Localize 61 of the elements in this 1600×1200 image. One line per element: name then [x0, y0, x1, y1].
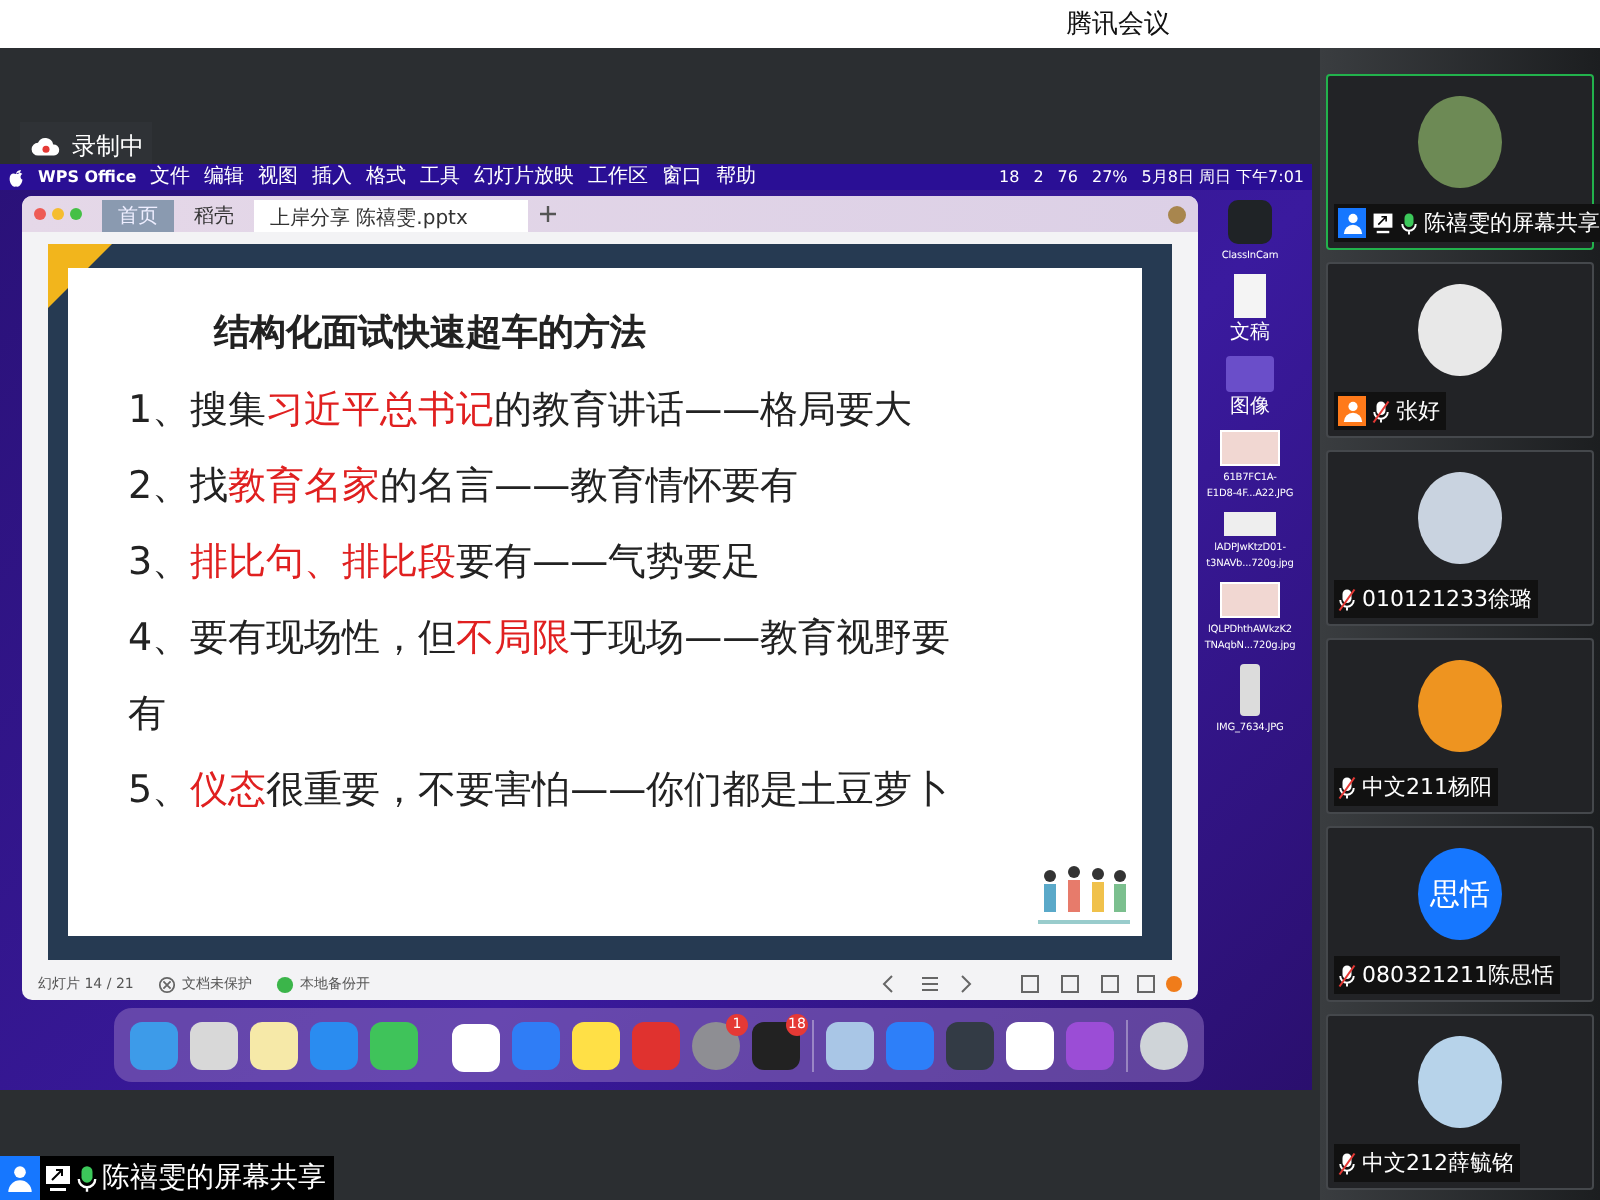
menu-item[interactable]: 视图: [258, 164, 299, 190]
menu-item[interactable]: 幻灯片放映: [474, 164, 575, 190]
status-indicator: 2: [1033, 168, 1044, 186]
window-controls-icon[interactable]: [34, 208, 82, 220]
app-icon[interactable]: [452, 1024, 500, 1072]
app-icon[interactable]: [370, 1021, 418, 1069]
bullet-point: 2、找教育名家的名言——教育情怀要有: [128, 462, 801, 512]
file-label[interactable]: 图像: [1230, 396, 1270, 420]
participant-tile[interactable]: 陈禧雯的屏幕共享: [1326, 74, 1594, 250]
name-bar: 陈禧雯的屏幕共享: [1334, 204, 1600, 242]
participant-tile[interactable]: 思恬 080321211陈思恬: [1326, 826, 1594, 1002]
bullet-point: 3、排比句、排比段要有——气势要足: [128, 538, 763, 588]
apple-icon: [8, 167, 24, 187]
menu-item[interactable]: 格式: [366, 164, 407, 190]
slide-title: 结构化面试快速超车的方法: [214, 310, 648, 356]
status-indicator: 18: [999, 168, 1020, 186]
name-bar: 中文212薛毓铭: [1334, 1144, 1520, 1182]
file-label[interactable]: 文稿: [1230, 322, 1270, 346]
app-icon[interactable]: [250, 1021, 298, 1069]
file-icon[interactable]: [1227, 200, 1272, 244]
menu-item[interactable]: 编辑: [204, 164, 245, 190]
status-dot-icon: [275, 975, 294, 993]
tab[interactable]: 上岸分享 陈禧雯.pptx: [254, 200, 528, 232]
participant-tile[interactable]: 中文212薛毓铭: [1326, 1014, 1594, 1190]
menu-item[interactable]: 插入: [312, 164, 353, 190]
menu-item[interactable]: 工作区: [588, 164, 649, 190]
menu-item[interactable]: 窗口: [662, 164, 703, 190]
menu-item[interactable]: 文件: [150, 164, 191, 190]
participant-tile[interactable]: 中文211杨阳: [1326, 638, 1594, 814]
corner-decoration-icon: [48, 244, 112, 308]
avatar-icon[interactable]: [1168, 205, 1186, 223]
status-indicator: 76: [1057, 168, 1078, 186]
avatar: 思恬: [1418, 848, 1502, 940]
trash-icon[interactable]: [1140, 1021, 1188, 1069]
app-icon[interactable]: [826, 1021, 874, 1069]
participant-tile[interactable]: 010121233徐璐: [1326, 450, 1594, 626]
new-tab-icon[interactable]: [539, 206, 556, 222]
app-icon[interactable]: [572, 1021, 620, 1069]
name-bar: 张好: [1334, 392, 1446, 430]
bullet-point: 5、仪态很重要，不要害怕——你们都是土豆萝卜: [128, 766, 952, 816]
file-icon[interactable]: [1219, 582, 1280, 618]
file-icon[interactable]: [1219, 430, 1280, 466]
view-controls-drawing[interactable]: [882, 974, 1182, 994]
bullet-point: 4、要有现场性，但不局限于现场——教育视野要有: [128, 614, 952, 740]
unprotected-icon: [157, 975, 176, 993]
participant-tile[interactable]: 张好: [1326, 262, 1594, 438]
bullet-point: 1、搜集习近平总书记的教育讲话——格局要大: [128, 386, 915, 436]
menu-item[interactable]: 工具: [420, 164, 461, 190]
tab[interactable]: 稻壳: [178, 200, 250, 232]
menu-item[interactable]: 帮助: [716, 164, 757, 190]
app-icon[interactable]: [190, 1021, 238, 1069]
cloud-icon: [30, 134, 62, 158]
share-label: 陈禧雯的屏幕共享: [0, 1156, 334, 1200]
name-bar: 080321211陈思恬: [1334, 956, 1560, 994]
menu-item[interactable]: WPS Office: [38, 164, 137, 190]
clock: 5月8日 周日 下午7:01: [1141, 166, 1304, 188]
app-icon[interactable]: [1006, 1021, 1054, 1069]
name-bar: 中文211杨阳: [1334, 768, 1498, 806]
app-title: 腾讯会议: [1066, 8, 1170, 42]
status-indicator: 27%: [1091, 168, 1128, 186]
name-bar: 010121233徐璐: [1334, 580, 1538, 618]
